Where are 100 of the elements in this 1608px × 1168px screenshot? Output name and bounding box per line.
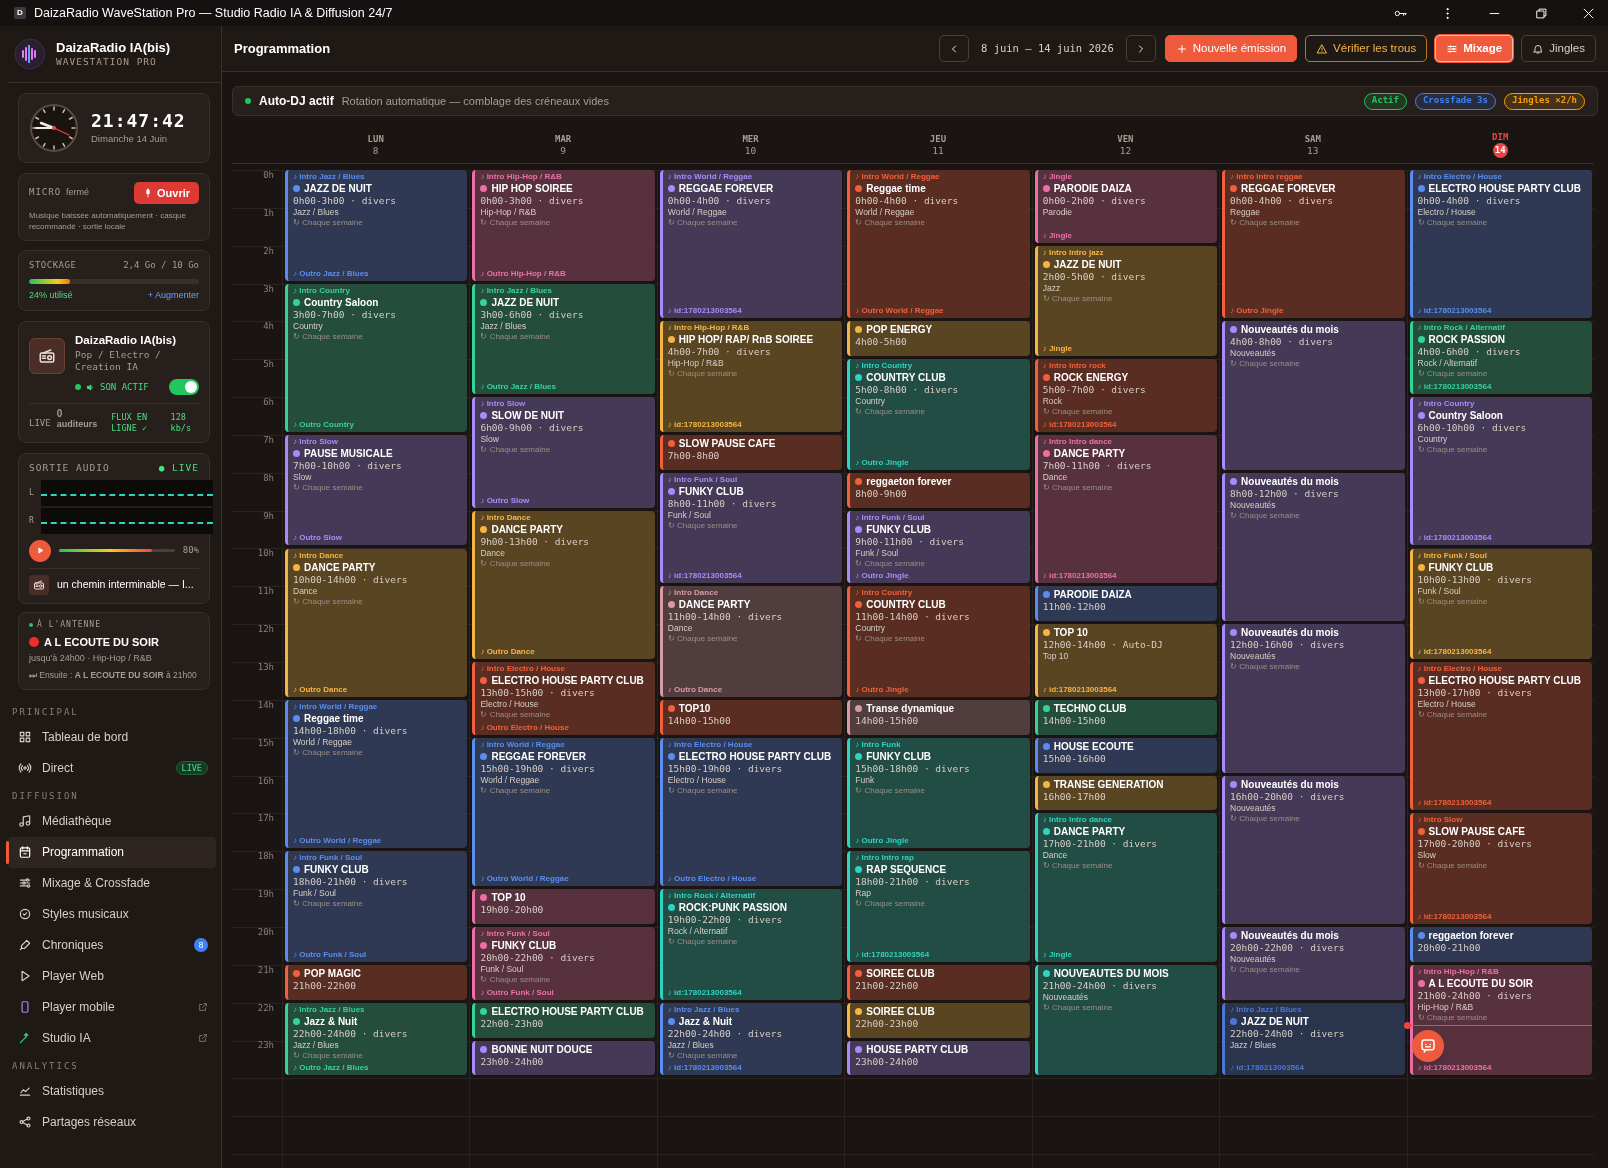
show-card[interactable]: ♪ Intro Intro jazz JAZZ DE NUIT 2h00-5h00 · divers Jazz ↻ Chaque semaine ♪ Jingle [1034, 245, 1218, 357]
show-card[interactable]: ♪ Intro Electro / House ELECTRO HOUSE PARTY CLUB 0h00-4h00 · divers Electro / House ↻ Chaque semaine ♪ id:1780213003564 [1409, 170, 1592, 319]
show-card[interactable]: ♪ Intro Funk / Soul FUNKY CLUB 18h00-21h00 · divers Funk / Soul ↻ Chaque semaine ♪ Outro Funk / Soul [285, 851, 468, 962]
nav-item[interactable]: Player Web [8, 960, 216, 992]
show-style: Dance [480, 547, 506, 559]
show-card[interactable]: TOP 10 19h00-20h00 [472, 889, 655, 924]
nav-item[interactable]: Partages réseaux [8, 1106, 216, 1138]
outro-jingle: ♪ id:1780213003564 [1042, 419, 1118, 430]
show-card[interactable]: ♪ Intro Intro dance DANCE PARTY 7h00-11h00 · divers Dance ↻ Chaque semaine ♪ id:1780213003564 [1034, 434, 1218, 584]
show-card[interactable]: Nouveautés du mois 12h00-16h00 · divers Nouveautés ↻ Chaque semaine [1222, 624, 1405, 773]
nav-item[interactable]: Médiathèque [8, 805, 216, 837]
show-card[interactable]: ♪ Intro Country COUNTRY CLUB 5h00-8h00 · divers Country ↻ Chaque semaine ♪ Outro Jingle [847, 359, 1030, 470]
show-card[interactable]: HOUSE PARTY CLUB 23h00-24h00 [847, 1040, 1030, 1076]
nav-item[interactable]: Programmation [8, 836, 216, 868]
show-card[interactable]: NOUVEAUTES DU MOIS 21h00-24h00 · divers Nouveautés ↻ Chaque semaine [1034, 964, 1218, 1076]
show-style: Top 10 [1042, 651, 1070, 663]
nav-item[interactable]: Tableau de bord [8, 721, 216, 753]
show-card[interactable]: ♪ Intro Hip-Hop / R&B HIP HOP/ RAP/ RnB SOIREE 4h00-7h00 · divers Hip-Hop / R&B ↻ Chaque semaine ♪ id:1780213003564 [659, 321, 843, 432]
show-card[interactable]: ♪ Intro Rock / Alternatif ROCK PASSION 4h00-6h00 · divers Rock / Alternatif ↻ Chaque semaine ♪ id:1780213003564 [1409, 321, 1592, 395]
show-card[interactable]: reggaeton forever 8h00-9h00 [847, 472, 1030, 508]
show-time: 5h00-8h00 · divers [855, 384, 960, 397]
nav-item[interactable]: Statistiques [8, 1075, 216, 1107]
nav-item[interactable]: Direct LIVE [8, 752, 216, 784]
upgrade-storage-link[interactable]: + Augmenter [147, 288, 199, 302]
show-card[interactable]: ♪ Intro Funk FUNKY CLUB 15h00-18h00 · divers Funk ↻ Chaque semaine ♪ Outro Jingle [847, 737, 1030, 849]
show-card[interactable]: ♪ Intro Country COUNTRY CLUB 11h00-14h00 · divers Country ↻ Chaque semaine ♪ Outro Jingle [847, 586, 1030, 697]
hour-label: 21h [257, 964, 274, 977]
show-card[interactable]: ♪ Intro Dance DANCE PARTY 10h00-14h00 · divers Dance ↻ Chaque semaine ♪ Outro Dance [285, 548, 468, 697]
share-icon [18, 1115, 32, 1129]
recurrence-label: ↻ Chaque semaine [667, 1050, 739, 1061]
show-card[interactable]: SOIREE CLUB 21h00-22h00 [847, 964, 1030, 1000]
show-card[interactable]: ♪ Intro Electro / House ELECTRO HOUSE PARTY CLUB 15h00-19h00 · divers Electro / House ↻ Chaque semaine ♪ Outro Electro / House [659, 737, 843, 887]
show-card[interactable]: ♪ Intro Hip-Hop / R&B A L ECOUTE DU SOIR 21h00-24h00 · divers Hip-Hop / R&B ↻ Chaque semaine ♪ id:1780213003564 [1409, 964, 1592, 1076]
show-card[interactable]: ♪ Intro Jazz / Blues JAZZ DE NUIT 3h00-6h00 · divers Jazz / Blues ↻ Chaque semaine ♪ Outro Jazz / Blues [472, 283, 655, 395]
show-card[interactable]: Nouveautés du mois 20h00-22h00 · divers Nouveautés ↻ Chaque semaine [1222, 927, 1405, 1000]
show-style: Reggae [1230, 207, 1261, 218]
nav-item[interactable]: Studio IA [8, 1022, 216, 1054]
show-card[interactable]: ♪ Intro Funk / Soul FUNKY CLUB 9h00-11h00 · divers Funk / Soul ↻ Chaque semaine ♪ Outro Jingle [847, 510, 1030, 584]
outro-jingle: ♪ id:1780213003564 [1417, 912, 1493, 922]
show-card[interactable]: ♪ Jingle PARODIE DAIZA 0h00-2h00 · divers Parodie ♪ Jingle [1034, 170, 1218, 243]
show-card[interactable]: SLOW PAUSE CAFE 7h00-8h00 [659, 434, 843, 470]
show-card[interactable]: ♪ Intro Intro rap RAP SEQUENCE 18h00-21h00 · divers Rap ↻ Chaque semaine ♪ id:1780213003564 [847, 851, 1030, 962]
show-card[interactable]: ♪ Intro Country Country Saloon 6h00-10h00 · divers Country ↻ Chaque semaine ♪ id:1780213003564 [1409, 397, 1592, 546]
nav-item[interactable]: Mixage & Crossfade [8, 867, 216, 899]
outro-jingle: ♪ Outro Jazz / Blues [480, 382, 557, 393]
show-card[interactable]: BONNE NUIT DOUCE 23h00-24h00 [472, 1040, 655, 1076]
show-card[interactable]: ♪ Intro World / Reggae Reggae time 0h00-4h00 · divers World / Reggae ↻ Chaque semaine ♪ Outro World / Reggae [847, 170, 1030, 319]
show-card[interactable]: ♪ Intro World / Reggae Reggae time 14h00-18h00 · divers World / Reggae ↻ Chaque semaine ♪ Outro World / Reggae [285, 699, 468, 849]
show-card[interactable]: ♪ Intro Funk / Soul FUNKY CLUB 10h00-13h00 · divers Funk / Soul ↻ Chaque semaine ♪ id:1780213003564 [1409, 548, 1592, 660]
nav-item[interactable]: Player mobile [8, 991, 216, 1023]
show-card[interactable]: HOUSE ECOUTE 15h00-16h00 [1034, 737, 1218, 773]
open-micro-button[interactable]: Ouvrir [134, 182, 199, 204]
restore-icon[interactable] [1534, 5, 1549, 21]
show-card[interactable]: ♪ Intro Intro reggae REGGAE FOREVER 0h00-4h00 · divers Reggae ↻ Chaque semaine ♪ Outro Jingle [1222, 170, 1405, 319]
intro-jingle: ♪ Intro Rock / Alternatif [1417, 323, 1506, 334]
nav-item[interactable]: Styles musicaux [8, 898, 216, 930]
show-card[interactable]: ♪ Intro Intro rock ROCK ENERGY 5h00-7h00 · divers Rock ↻ Chaque semaine ♪ id:1780213003564 [1034, 359, 1218, 432]
show-card[interactable]: ♪ Intro Dance DANCE PARTY 11h00-14h00 · divers Dance ↻ Chaque semaine ♪ Outro Dance [659, 586, 843, 697]
show-card[interactable]: ♪ Intro Slow SLOW PAUSE CAFE 17h00-20h00 · divers Slow ↻ Chaque semaine ♪ id:1780213003564 [1409, 813, 1592, 924]
recurrence-label: ↻ Chaque semaine [667, 520, 739, 531]
show-card[interactable]: ELECTRO HOUSE PARTY CLUB 22h00-23h00 [472, 1002, 655, 1038]
show-card[interactable]: ♪ Intro Funk / Soul FUNKY CLUB 20h00-22h00 · divers Funk / Soul ↻ Chaque semaine ♪ Outro Funk / Soul [472, 927, 655, 1000]
show-style: Funk / Soul [855, 547, 900, 559]
show-card[interactable]: ♪ Intro Jazz / Blues Jazz & Nuit 22h00-24h00 · divers Jazz / Blues ↻ Chaque semaine ♪ id:1780213003564 [659, 1002, 843, 1076]
show-card[interactable]: ♪ Intro World / Reggae REGGAE FOREVER 0h00-4h00 · divers World / Reggae ↻ Chaque semaine ♪ id:1780213003564 [659, 170, 843, 319]
sound-toggle[interactable] [169, 379, 199, 396]
show-card[interactable]: ♪ Intro Electro / House ELECTRO HOUSE PARTY CLUB 13h00-17h00 · divers Electro / House ↻ Chaque semaine ♪ id:1780213003564 [1409, 662, 1592, 811]
show-card[interactable]: ♪ Intro World / Reggae REGGAE FOREVER 15h00-19h00 · divers World / Reggae ↻ Chaque semaine ♪ Outro World / Reggae [472, 737, 655, 887]
show-card[interactable]: ♪ Intro Hip-Hop / R&B HIP HOP SOIREE 0h00-3h00 · divers Hip-Hop / R&B ↻ Chaque semaine ♪ Outro Hip-Hop / R&B [472, 170, 655, 281]
show-card[interactable]: ♪ Intro Rock / Alternatif ROCK:PUNK PASSION 19h00-22h00 · divers Rock / Alternatif ↻ Chaque semaine ♪ id:1780213003564 [659, 889, 843, 1000]
show-card[interactable]: ♪ Intro Jazz / Blues Jazz & Nuit 22h00-24h00 · divers Jazz / Blues ↻ Chaque semaine ♪ Outro Jazz / Blues [285, 1002, 468, 1076]
nav-item[interactable]: Chroniques 8 [8, 929, 216, 961]
show-card[interactable]: Transe dynamique 14h00-15h00 [847, 699, 1030, 735]
show-card[interactable]: reggaeton forever 20h00-21h00 [1409, 927, 1592, 962]
show-card[interactable]: TECHNO CLUB 14h00-15h00 [1034, 699, 1218, 735]
show-card[interactable]: TRANSE GENERATION 16h00-17h00 [1034, 775, 1218, 811]
check-gaps-button[interactable]: Vérifier les trous [1305, 35, 1428, 62]
show-card[interactable]: ♪ Intro Electro / House ELECTRO HOUSE PARTY CLUB 13h00-15h00 · divers Electro / House ↻ Chaque semaine ♪ Outro Electro / House [472, 662, 655, 735]
show-card[interactable]: SOIREE CLUB 22h00-23h00 [847, 1002, 1030, 1038]
brand-subtitle: WAVESTATION PRO [56, 56, 158, 68]
show-card[interactable]: ♪ Intro Funk / Soul FUNKY CLUB 8h00-11h00 · divers Funk / Soul ↻ Chaque semaine ♪ id:1780213003564 [659, 472, 843, 584]
show-card[interactable]: POP MAGIC 21h00-22h00 [285, 964, 468, 1000]
show-card[interactable]: ♪ Intro Intro dance DANCE PARTY 17h00-21h00 · divers Dance ↻ Chaque semaine ♪ Jingle [1034, 813, 1218, 962]
show-card[interactable]: PARODIE DAIZA 11h00-12h00 [1034, 586, 1218, 622]
show-card[interactable]: ♪ Intro Jazz / Blues JAZZ DE NUIT 22h00-24h00 · divers Jazz / Blues ♪ id:1780213003564 [1222, 1002, 1405, 1076]
show-card[interactable]: TOP10 14h00-15h00 [659, 699, 843, 735]
play-button[interactable] [29, 539, 51, 562]
show-card[interactable]: TOP 10 12h00-14h00 · Auto-DJ Top 10 ♪ id:1780213003564 [1034, 624, 1218, 697]
show-card[interactable]: Nouveautés du mois 4h00-8h00 · divers Nouveautés ↻ Chaque semaine [1222, 321, 1405, 470]
show-style: Funk [855, 774, 876, 786]
show-card[interactable]: ♪ Intro Slow PAUSE MUSICALE 7h00-10h00 · divers Slow ↻ Chaque semaine ♪ Outro Slow [285, 434, 468, 546]
toggle-button[interactable]: Jingles [1521, 35, 1596, 62]
show-card[interactable]: ♪ Intro Slow SLOW DE NUIT 6h00-9h00 · divers Slow ↻ Chaque semaine ♪ Outro Slow [472, 397, 655, 508]
show-time: 21h00-24h00 · divers [1417, 989, 1533, 1002]
show-card[interactable]: ♪ Intro Jazz / Blues JAZZ DE NUIT 0h00-3h00 · divers Jazz / Blues ↻ Chaque semaine ♪ Outro Jazz / Blues [285, 170, 468, 281]
show-card[interactable]: ♪ Intro Country Country Saloon 3h00-7h00 · divers Country ↻ Chaque semaine ♪ Outro Country [285, 283, 468, 432]
show-card[interactable]: POP ENERGY 4h00-5h00 [847, 321, 1030, 357]
show-card[interactable]: Nouveautés du mois 16h00-20h00 · divers Nouveautés ↻ Chaque semaine [1222, 775, 1405, 924]
show-card[interactable]: ♪ Intro Dance DANCE PARTY 9h00-13h00 · divers Dance ↻ Chaque semaine ♪ Outro Dance [472, 510, 655, 660]
show-card[interactable]: Nouveautés du mois 8h00-12h00 · divers Nouveautés ↻ Chaque semaine [1222, 472, 1405, 622]
